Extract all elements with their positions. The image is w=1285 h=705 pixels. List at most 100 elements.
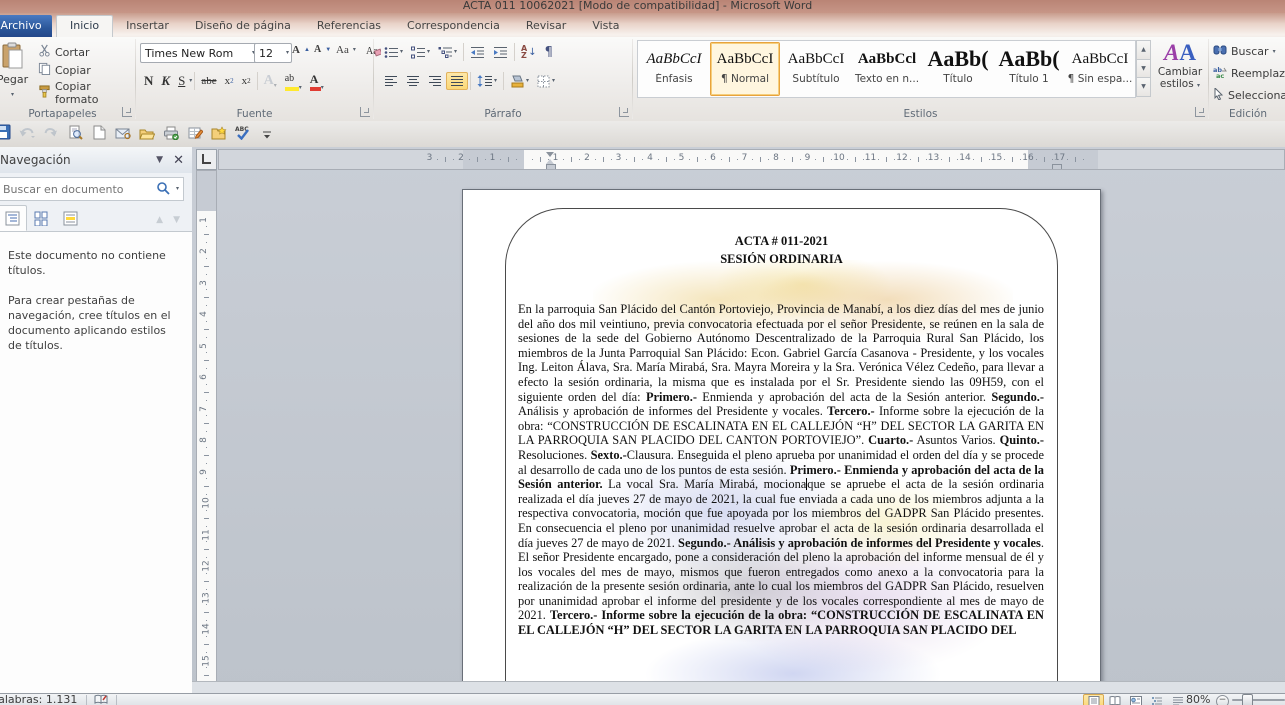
undo-button[interactable] <box>15 123 39 145</box>
borders-button[interactable]: ▾ <box>533 72 559 91</box>
save-button[interactable] <box>0 123 15 145</box>
style-sin-espa[interactable]: AaBbCcI¶ Sin espa... <box>1065 42 1135 96</box>
zoom-level[interactable]: 80% <box>1186 694 1210 705</box>
indent-marker[interactable] <box>546 152 554 157</box>
horizontal-ruler[interactable]: 3211234567891011121314151617 <box>218 149 1285 170</box>
text-effects-button[interactable]: A▾ <box>260 72 281 90</box>
align-right-button[interactable] <box>424 72 446 90</box>
redo-button[interactable] <box>39 123 63 145</box>
style-normal[interactable]: AaBbCcI¶ Normal <box>710 42 780 96</box>
font-color-button[interactable]: A▾ <box>306 70 328 92</box>
tab-vista[interactable]: Vista <box>579 15 632 37</box>
italic-button[interactable]: K <box>157 72 174 90</box>
folder-star-button[interactable] <box>207 123 231 145</box>
decrease-indent-button[interactable] <box>466 43 489 62</box>
tab-selector[interactable] <box>196 149 217 170</box>
font-dialog-launcher[interactable] <box>360 107 370 117</box>
next-result-button[interactable]: ▼ <box>173 215 180 225</box>
paste-button[interactable]: Pegar▾ <box>0 41 32 99</box>
align-center-button[interactable] <box>402 72 424 90</box>
cut-button[interactable]: Cortar <box>34 42 94 62</box>
tab-insertar[interactable]: Insertar <box>113 15 182 37</box>
show-marks-button[interactable]: ¶ <box>541 42 557 63</box>
font-family-select[interactable]: Times New Rom▾ <box>140 43 258 63</box>
text-run: Segundo.- <box>991 390 1044 404</box>
select-button[interactable]: Seleccionar▾ <box>1213 88 1285 103</box>
replace-button[interactable]: abac Reemplazar <box>1213 66 1285 81</box>
increase-indent-button[interactable] <box>489 43 512 62</box>
tab-diseño-de-página[interactable]: Diseño de página <box>182 15 304 37</box>
search-input[interactable] <box>0 183 154 196</box>
gallery-scroll-up-button[interactable]: ▲ <box>1136 40 1151 60</box>
tab-revisar[interactable]: Revisar <box>513 15 579 37</box>
style-título-1[interactable]: AaBb(Título 1 <box>994 42 1064 96</box>
vertical-ruler[interactable]: 123456789101112131415 <box>196 170 217 682</box>
change-case-button[interactable]: Aa▾ <box>332 42 360 58</box>
zoom-slider-track[interactable] <box>1232 699 1285 701</box>
quick-print-button[interactable] <box>159 123 183 145</box>
spelling-grammar-button[interactable]: ABC <box>231 123 255 145</box>
shading-button[interactable]: ▾ <box>506 72 533 91</box>
search-options-dropdown-icon[interactable]: ▾ <box>172 186 183 192</box>
multilevel-list-button[interactable]: ▾ <box>434 43 461 62</box>
style-subtítulo[interactable]: AaBbCcISubtítulo <box>781 42 851 96</box>
justify-button[interactable] <box>446 72 468 90</box>
ruler-number: 10 <box>202 497 212 508</box>
indent-marker[interactable] <box>546 164 556 170</box>
browse-pages-tab[interactable] <box>27 205 56 231</box>
paragraph-dialog-launcher[interactable] <box>619 107 629 117</box>
edit-table-button[interactable] <box>183 123 207 145</box>
tab-correspondencia[interactable]: Correspondencia <box>394 15 513 37</box>
copy-button[interactable]: Copiar <box>34 60 95 80</box>
tab-referencias[interactable]: Referencias <box>304 15 394 37</box>
font-size-select[interactable]: 12▾ <box>254 43 292 63</box>
search-icon[interactable] <box>154 180 172 199</box>
underline-button[interactable]: S <box>174 72 189 90</box>
print-layout-view-button[interactable] <box>1083 694 1104 705</box>
align-left-button[interactable] <box>380 72 402 90</box>
tab-archivo[interactable]: Archivo <box>0 15 52 37</box>
browse-headings-tab[interactable] <box>0 205 27 231</box>
word-count[interactable]: Palabras: 1.131 <box>0 694 77 705</box>
clipboard-dialog-launcher[interactable] <box>122 107 132 117</box>
navigation-pane-close-button[interactable]: ✕ <box>169 153 192 168</box>
bullets-button[interactable]: ▾ <box>380 43 407 62</box>
previous-result-button[interactable]: ▲ <box>156 215 163 225</box>
style-texto-en-n[interactable]: AaBbCclTexto en n... <box>852 42 922 96</box>
format-painter-button[interactable]: Copiar formato <box>34 78 135 108</box>
zoom-slider-handle[interactable] <box>1242 694 1253 705</box>
web-layout-view-button[interactable] <box>1125 694 1146 705</box>
change-styles-button[interactable]: AA Cambiar estilos ▾ <box>1155 40 1205 102</box>
subscript-button[interactable]: x2 <box>221 72 238 90</box>
strikethrough-button[interactable]: abe <box>197 72 220 90</box>
numbering-button[interactable]: ▾ <box>407 43 434 62</box>
horizontal-scrollbar[interactable] <box>192 681 1285 693</box>
browse-results-tab[interactable] <box>56 205 85 231</box>
highlight-button[interactable]: ab▾ <box>281 70 306 92</box>
new-document-button[interactable] <box>87 123 111 145</box>
find-button[interactable]: Buscar▾ <box>1213 44 1276 59</box>
navigation-pane-menu-button[interactable]: ▼ <box>150 155 169 165</box>
outline-view-button[interactable] <box>1146 694 1167 705</box>
styles-dialog-launcher[interactable] <box>1195 107 1205 117</box>
superscript-button[interactable]: x2 <box>238 72 255 90</box>
mail-button[interactable] <box>111 123 135 145</box>
print-preview-button[interactable] <box>63 123 87 145</box>
style-énfasis[interactable]: AaBbCcIÉnfasis <box>639 42 709 96</box>
style-título[interactable]: AaBb(Título <box>923 42 993 96</box>
tab-inicio[interactable]: Inicio <box>56 15 113 37</box>
line-spacing-button[interactable]: ▾ <box>473 72 501 90</box>
indent-marker[interactable] <box>1052 164 1062 170</box>
fullscreen-reading-view-button[interactable] <box>1104 694 1125 705</box>
bold-button[interactable]: N <box>140 72 157 90</box>
zoom-out-button[interactable]: − <box>1216 695 1229 705</box>
draft-view-button[interactable] <box>1167 694 1188 705</box>
gallery-scroll-down-button[interactable]: ▼ <box>1136 59 1151 79</box>
proofing-status-icon[interactable] <box>94 694 108 705</box>
customize-toolbar-button[interactable] <box>255 123 279 145</box>
gallery-more-button[interactable]: ▼ <box>1136 77 1151 97</box>
sort-button[interactable]: AZ↓ <box>517 42 541 62</box>
open-folder-button[interactable] <box>135 123 159 145</box>
document-page[interactable]: ACTA # 011-2021 SESIÓN ORDINARIA En la p… <box>462 189 1101 682</box>
document-body-text[interactable]: En la parroquia San Plácido del Cantón P… <box>518 302 1044 638</box>
